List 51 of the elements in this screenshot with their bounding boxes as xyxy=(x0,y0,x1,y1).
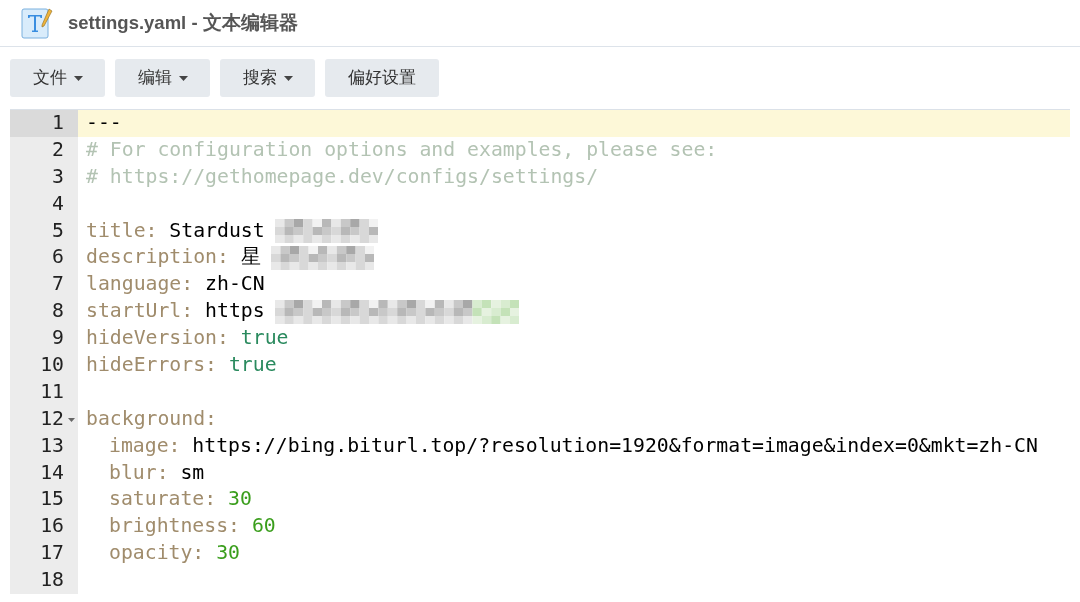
line-number: 8 xyxy=(52,298,64,325)
line-number: 5 xyxy=(52,217,64,244)
line-number: 12 xyxy=(40,405,64,432)
yaml-key: title: xyxy=(86,217,158,245)
yaml-key: description: xyxy=(86,244,229,272)
yaml-value: 30 xyxy=(228,486,252,513)
yaml-value: true xyxy=(228,352,277,378)
line-number: 1 xyxy=(52,110,64,136)
yaml-key: image: xyxy=(109,432,181,460)
line-number: 3 xyxy=(52,163,64,190)
line-number: 18 xyxy=(40,567,64,594)
yaml-value: true xyxy=(240,325,289,352)
menu-button[interactable]: 搜索 xyxy=(220,59,315,97)
line-number: 6 xyxy=(52,244,64,271)
line-number: 10 xyxy=(40,352,64,378)
code-comment: # For configuration options and examples, please see: xyxy=(86,136,718,163)
line-number: 14 xyxy=(40,459,64,486)
yaml-value: 60 xyxy=(251,513,276,540)
line-number: 2 xyxy=(52,136,64,163)
yaml-key: language: xyxy=(86,271,194,299)
yaml-value: 星 xyxy=(240,244,261,271)
menu-button[interactable]: 编辑 xyxy=(115,59,210,97)
yaml-key: blur: xyxy=(109,459,169,487)
code-comment: # https://gethomepage.dev/configs/settings/ xyxy=(86,163,599,190)
yaml-value: --- xyxy=(86,110,122,136)
yaml-key: opacity: xyxy=(109,540,205,568)
line-number: 15 xyxy=(40,486,64,513)
yaml-value: sm xyxy=(180,459,205,486)
menu-button[interactable]: 文件 xyxy=(10,59,105,97)
line-number: 4 xyxy=(52,190,64,217)
window-title: settings.yaml - 文本编辑器 xyxy=(68,11,298,36)
fold-caret-icon[interactable] xyxy=(68,417,75,422)
yaml-key: background: xyxy=(86,405,217,433)
yaml-value: zh-CN xyxy=(205,271,265,298)
line-number: 11 xyxy=(40,378,64,405)
yaml-value: 30 xyxy=(216,540,240,567)
yaml-key: brightness: xyxy=(109,513,240,541)
line-number: 16 xyxy=(40,513,64,540)
text-editor-icon xyxy=(20,6,54,40)
yaml-value: https://bing.biturl.top/?resolution=1920&format=image&index=0&mkt=zh-CN xyxy=(192,432,1038,459)
yaml-key: hideVersion: xyxy=(86,325,229,352)
yaml-key: saturate: xyxy=(109,486,217,514)
line-number: 9 xyxy=(52,325,64,352)
line-number: 7 xyxy=(52,271,64,298)
line-number: 13 xyxy=(40,432,64,459)
line-number: 17 xyxy=(40,540,64,567)
menu-button[interactable]: 偏好设置 xyxy=(325,59,439,97)
yaml-key: startUrl: xyxy=(86,298,194,326)
yaml-key: hideErrors: xyxy=(86,352,217,379)
yaml-value: Stardust xyxy=(169,217,265,244)
yaml-value: https xyxy=(205,298,265,325)
